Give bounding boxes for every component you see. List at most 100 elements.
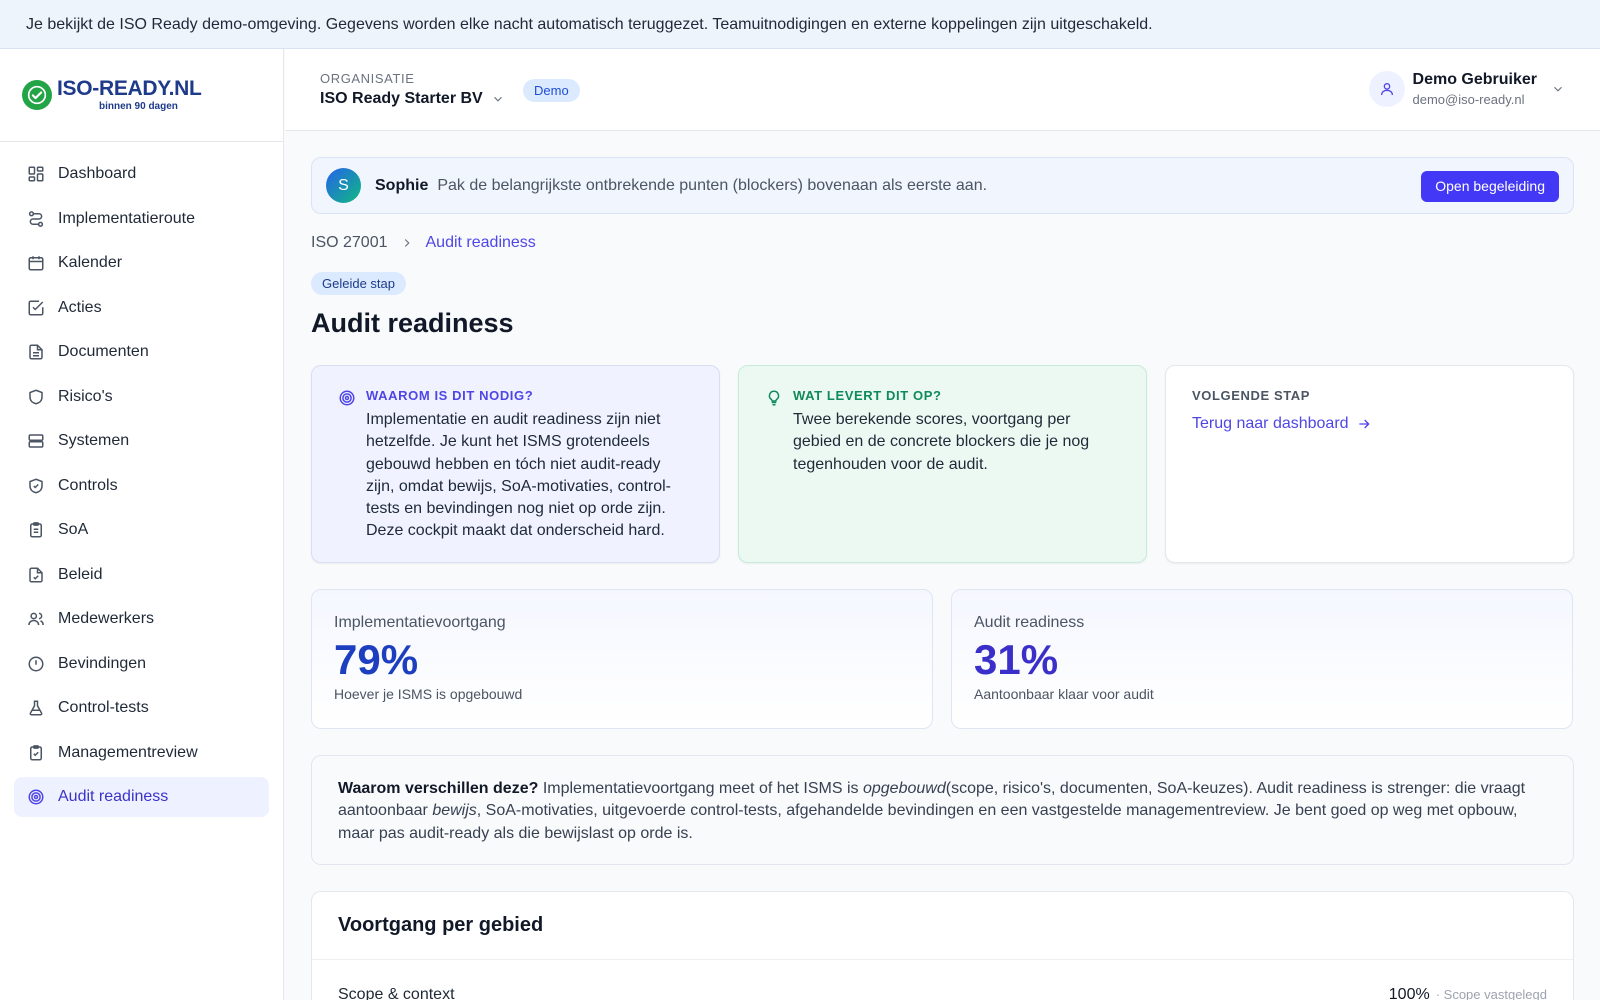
- breadcrumb-current: Audit readiness: [425, 234, 536, 251]
- audit-readiness-card: Audit readiness 31% Aantoonbaar klaar vo…: [951, 589, 1573, 729]
- document-icon: [26, 342, 46, 362]
- organization-switcher[interactable]: ORGANISATIE ISO Ready Starter BV: [320, 71, 505, 108]
- target-icon: [338, 389, 356, 407]
- open-guidance-button[interactable]: Open begeleiding: [1421, 171, 1559, 202]
- chevron-down-icon: [491, 92, 505, 106]
- shield-check-icon: [26, 476, 46, 496]
- implementation-progress-value: 79%: [334, 636, 419, 683]
- implementation-progress-card: Implementatievoortgang 79% Hoever je ISM…: [311, 589, 933, 729]
- explanation-text: Implementatievoortgang meet of het ISMS …: [538, 780, 863, 797]
- sidebar-item-beleid[interactable]: Beleid: [14, 555, 269, 595]
- sidebar-item-label: Risico's: [58, 387, 113, 405]
- why-card: WAAROM IS DIT NODIG? Implementatie en au…: [311, 365, 720, 563]
- coach-bar: S Sophie Pak de belangrijkste ontbrekend…: [311, 157, 1574, 214]
- back-to-dashboard-link[interactable]: Terug naar dashboard: [1192, 415, 1547, 433]
- sidebar-item-soa[interactable]: SoA: [14, 510, 269, 550]
- implementation-progress-label: Implementatievoortgang: [334, 614, 506, 631]
- user-email: demo@iso-ready.nl: [1412, 92, 1525, 107]
- score-cards: Implementatievoortgang 79% Hoever je ISM…: [311, 589, 1574, 729]
- route-icon: [26, 209, 46, 229]
- audit-readiness-label: Audit readiness: [974, 614, 1085, 631]
- sidebar: ISO-READY.NL binnen 90 dagen Dashboard I…: [0, 49, 284, 1000]
- sidebar-item-label: Managementreview: [58, 743, 198, 761]
- sidebar-item-managementreview[interactable]: Managementreview: [14, 733, 269, 773]
- alert-circle-icon: [26, 654, 46, 674]
- progress-per-area: Voortgang per gebied Scope & context 100…: [311, 891, 1574, 1000]
- users-icon: [26, 609, 46, 629]
- sidebar-item-bevindingen[interactable]: Bevindingen: [14, 644, 269, 684]
- logo[interactable]: ISO-READY.NL binnen 90 dagen: [0, 49, 283, 142]
- checkbox-icon: [26, 298, 46, 318]
- topbar: ORGANISATIE ISO Ready Starter BV Demo De…: [285, 49, 1600, 131]
- user-menu[interactable]: Demo Gebruiker demo@iso-ready.nl: [1368, 71, 1565, 107]
- lightbulb-icon: [765, 389, 783, 407]
- why-card-body: Implementatie en audit readiness zijn ni…: [366, 411, 671, 540]
- breadcrumb-root[interactable]: ISO 27001: [311, 234, 388, 252]
- progress-per-area-title: Voortgang per gebied: [312, 892, 1573, 960]
- user-icon: [1368, 71, 1405, 107]
- breadcrumb: ISO 27001 Audit readiness: [311, 234, 1574, 252]
- info-cards: WAAROM IS DIT NODIG? Implementatie en au…: [311, 365, 1574, 563]
- benefit-card: WAT LEVERT DIT OP? Twee berekende scores…: [738, 365, 1147, 563]
- arrow-right-icon: [1358, 419, 1370, 429]
- audit-readiness-value: 31%: [974, 636, 1059, 683]
- sidebar-item-label: Control-tests: [58, 699, 149, 716]
- sidebar-item-label: Audit readiness: [58, 788, 169, 805]
- target-icon: [26, 787, 46, 807]
- back-to-dashboard-label: Terug naar dashboard: [1192, 415, 1349, 432]
- sidebar-item-control-tests[interactable]: Control-tests: [14, 688, 269, 728]
- sidebar-item-acties[interactable]: Acties: [14, 288, 269, 328]
- difference-explanation: Waarom verschillen deze? Implementatievo…: [311, 755, 1574, 865]
- sidebar-item-documenten[interactable]: Documenten: [14, 332, 269, 372]
- sidebar-item-audit-readiness[interactable]: Audit readiness: [14, 777, 269, 817]
- sidebar-item-label: Implementatieroute: [58, 209, 195, 227]
- sidebar-item-kalender[interactable]: Kalender: [14, 243, 269, 283]
- dashboard-icon: [26, 164, 46, 184]
- flask-icon: [26, 698, 46, 718]
- guided-step-badge: Geleide stap: [311, 272, 406, 295]
- demo-badge: Demo: [523, 79, 580, 102]
- progress-row-label: Scope & context: [338, 986, 455, 1000]
- progress-row-note: · Scope vastgelegd: [1435, 987, 1547, 1000]
- progress-row: Scope & context 100% · Scope vastgelegd: [312, 960, 1573, 1000]
- user-name: Demo Gebruiker: [1412, 71, 1537, 88]
- explanation-emphasis: opgebouwd: [862, 780, 946, 797]
- chevron-right-icon: [400, 236, 414, 250]
- org-label: ORGANISATIE: [320, 71, 415, 86]
- logo-tagline: binnen 90 dagen: [99, 101, 178, 112]
- main-content: S Sophie Pak de belangrijkste ontbrekend…: [311, 157, 1574, 1000]
- benefit-card-label: WAT LEVERT DIT OP?: [793, 388, 942, 403]
- logo-text: ISO-READY.NL: [57, 77, 202, 100]
- sidebar-item-label: SoA: [58, 521, 89, 538]
- sidebar-item-label: Documenten: [58, 343, 149, 360]
- sidebar-item-label: Beleid: [58, 565, 103, 583]
- sidebar-nav: Dashboard Implementatieroute Kalender Ac…: [0, 142, 283, 817]
- sidebar-item-implementatieroute[interactable]: Implementatieroute: [14, 199, 269, 239]
- coach-message: Pak de belangrijkste ontbrekende punten …: [437, 176, 988, 194]
- coach-avatar: S: [326, 168, 361, 203]
- sidebar-item-label: Kalender: [58, 254, 123, 271]
- sidebar-item-label: Bevindingen: [58, 654, 147, 672]
- org-name: ISO Ready Starter BV: [320, 90, 483, 107]
- sidebar-item-label: Systemen: [58, 432, 130, 449]
- next-step-label: VOLGENDE STAP: [1192, 388, 1311, 403]
- sidebar-item-label: Controls: [58, 476, 118, 494]
- coach-name: Sophie: [375, 176, 429, 194]
- demo-banner: Je bekijkt de ISO Ready demo-omgeving. G…: [0, 0, 1600, 49]
- shield-icon: [26, 387, 46, 407]
- page-title: Audit readiness: [311, 308, 514, 338]
- server-icon: [26, 431, 46, 451]
- file-check-icon: [26, 565, 46, 585]
- sidebar-item-label: Medewerkers: [58, 610, 155, 627]
- explanation-emphasis: bewijs: [432, 802, 477, 820]
- logo-check-icon: [22, 80, 52, 110]
- sidebar-item-dashboard[interactable]: Dashboard: [14, 154, 269, 194]
- benefit-card-body: Twee berekende scores, voortgang per geb…: [793, 411, 1090, 473]
- sidebar-item-controls[interactable]: Controls: [14, 466, 269, 506]
- next-step-card: VOLGENDE STAP Terug naar dashboard: [1165, 365, 1574, 563]
- chevron-down-icon: [1551, 82, 1565, 96]
- sidebar-item-medewerkers[interactable]: Medewerkers: [14, 599, 269, 639]
- sidebar-item-systemen[interactable]: Systemen: [14, 421, 269, 461]
- clipboard-list-icon: [26, 520, 46, 540]
- sidebar-item-risicos[interactable]: Risico's: [14, 377, 269, 417]
